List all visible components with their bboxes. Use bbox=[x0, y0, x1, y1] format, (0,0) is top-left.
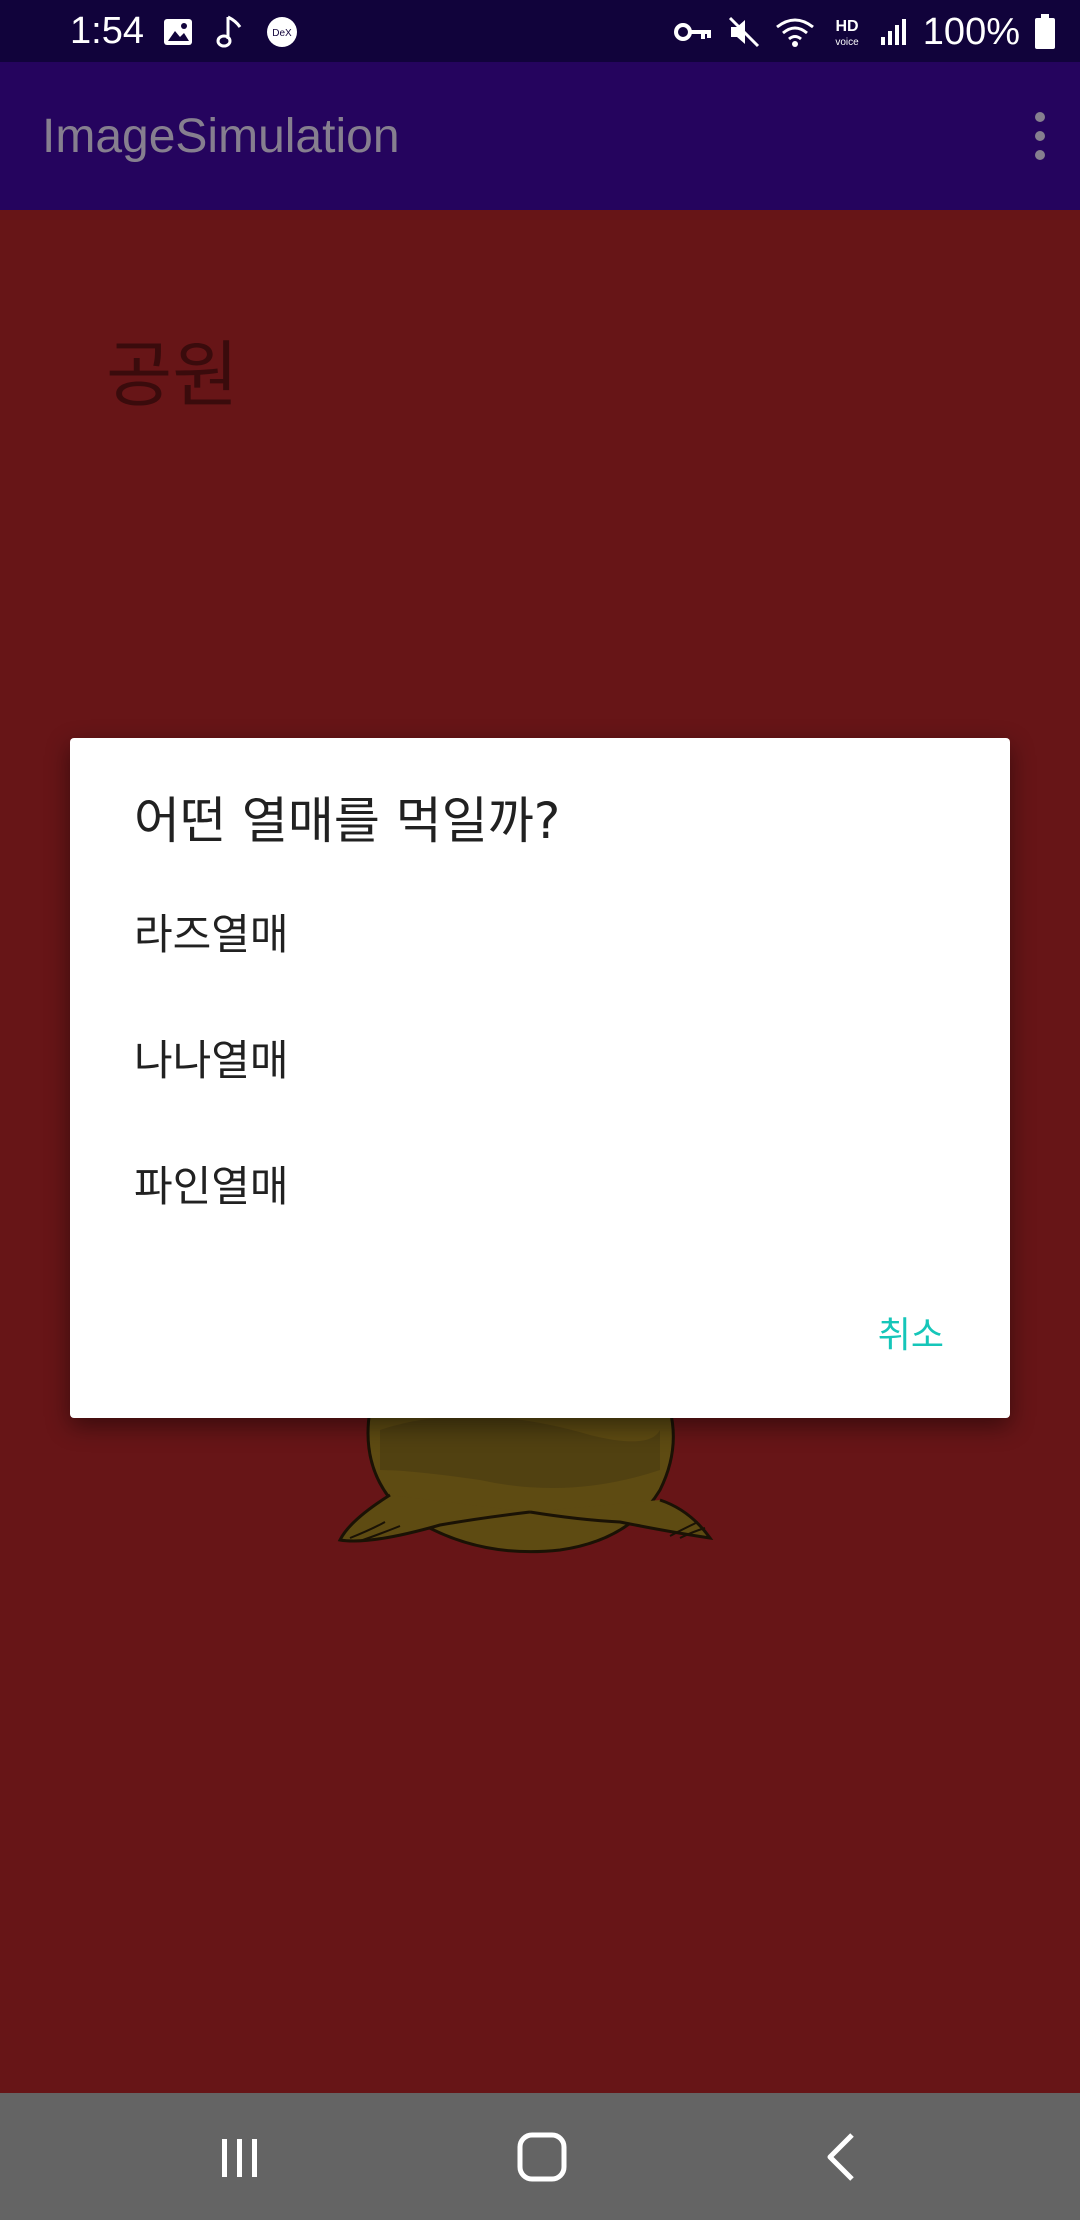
mute-icon bbox=[728, 16, 759, 48]
recents-icon[interactable] bbox=[208, 2127, 272, 2187]
app-title: ImageSimulation bbox=[42, 110, 400, 163]
home-icon[interactable] bbox=[510, 2127, 574, 2187]
status-time: 1:54 bbox=[70, 10, 144, 52]
music-note-icon bbox=[216, 15, 242, 48]
signal-icon bbox=[880, 19, 906, 45]
app-bar: ImageSimulation bbox=[0, 62, 1080, 210]
wifi-icon bbox=[775, 18, 814, 47]
cancel-button[interactable]: 취소 bbox=[868, 1304, 954, 1368]
status-icons-left: DeX bbox=[162, 14, 298, 50]
back-icon[interactable] bbox=[812, 2127, 876, 2187]
svg-text:DeX: DeX bbox=[272, 28, 292, 39]
option-raspberry[interactable]: 라즈열매 bbox=[134, 890, 946, 980]
image-icon bbox=[164, 19, 192, 45]
berry-choice-dialog: 어떤 열매를 먹일까? 라즈열매 나나열매 파인열매 취소 bbox=[70, 738, 1010, 1418]
navigation-bar bbox=[0, 2093, 1080, 2220]
dex-icon: DeX bbox=[267, 17, 297, 47]
vpn-key-icon bbox=[673, 23, 711, 41]
battery-icon bbox=[1035, 14, 1055, 49]
hd-voice-icon: HD voice bbox=[835, 18, 859, 48]
svg-text:voice: voice bbox=[835, 37, 859, 48]
option-pinap-berry[interactable]: 파인열매 bbox=[134, 1142, 946, 1232]
overflow-menu-icon[interactable] bbox=[1018, 106, 1062, 166]
status-icons-right: HD voice 100% bbox=[673, 10, 1056, 54]
svg-text:HD: HD bbox=[835, 18, 858, 35]
option-nana-berry[interactable]: 나나열매 bbox=[134, 1016, 946, 1106]
status-bar: 1:54 DeX HD voice 100% bbox=[0, 0, 1080, 62]
dialog-title: 어떤 열매를 먹일까? bbox=[134, 792, 561, 850]
battery-percentage: 100% bbox=[922, 11, 1020, 53]
